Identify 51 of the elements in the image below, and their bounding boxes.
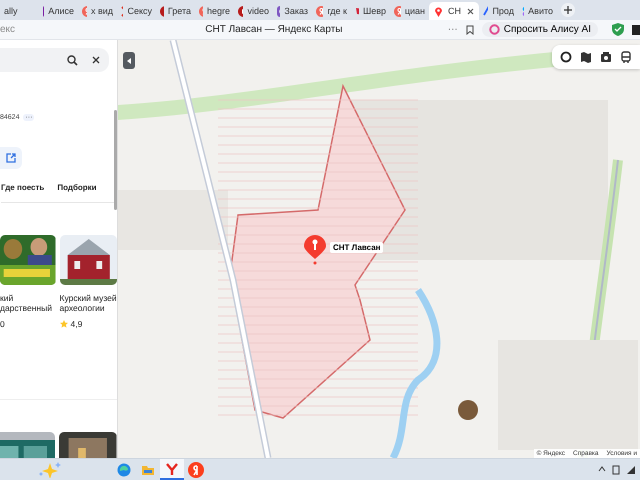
tab-icon [355, 6, 359, 16]
browser-tab[interactable]: Грета [156, 2, 195, 20]
tab-icon [82, 6, 87, 16]
shield-icon[interactable] [612, 23, 624, 36]
search-icon[interactable] [67, 54, 78, 66]
page-title: СНТ Лавсан — Яндекс Карты [204, 24, 344, 35]
close-icon[interactable] [92, 56, 100, 64]
browser-tab[interactable]: где к [312, 2, 351, 20]
more-menu[interactable]: ··· [448, 24, 458, 35]
browser-tab[interactable]: video [234, 2, 273, 20]
browser-tab[interactable]: ally [0, 2, 39, 20]
rating: 4,9 [70, 319, 82, 330]
browser-tab[interactable]: hegre [195, 2, 234, 20]
category-tab[interactable]: Где поесть [1, 183, 44, 192]
tab-icon [238, 6, 244, 16]
browser-tab[interactable]: Шевр [351, 2, 390, 20]
browser-tab[interactable]: СН [429, 2, 479, 20]
rating: 0 [0, 319, 5, 330]
extension-icon[interactable] [632, 24, 640, 34]
browser-tab[interactable]: Заказ [273, 2, 312, 20]
star-icon [60, 320, 68, 328]
tab-icon [199, 6, 203, 16]
close-icon[interactable] [467, 8, 474, 14]
tab-icon [121, 6, 124, 16]
browser-tab[interactable]: Авито [518, 2, 557, 20]
browser-app-icon[interactable] [160, 459, 184, 480]
share-button[interactable] [0, 147, 22, 169]
search-field[interactable] [0, 48, 109, 72]
battery-icon[interactable] [612, 464, 620, 474]
browser-tab[interactable]: Алисе [39, 2, 78, 20]
tab-icon [277, 6, 280, 16]
tab-icon [316, 6, 324, 16]
tab-icon [394, 6, 401, 16]
browser-tab[interactable]: х вид [78, 2, 117, 20]
category-tab[interactable]: Подборки [57, 183, 97, 192]
browser-tab[interactable]: Сексу [117, 2, 156, 20]
network-icon[interactable] [626, 464, 636, 474]
tab-icon [522, 6, 524, 16]
tab-icon [433, 6, 444, 16]
place-title[interactable]: Курский музей археологии [60, 293, 117, 314]
browser-tab[interactable]: Прод [479, 2, 518, 20]
place-title[interactable]: кий дарственный [0, 293, 56, 314]
chevron-up-icon[interactable] [598, 464, 606, 472]
alice-button[interactable]: Спросить Алису AI [482, 22, 598, 37]
share-icon [6, 153, 16, 163]
new-tab-icon[interactable] [561, 3, 575, 17]
bookmark-icon[interactable] [466, 24, 474, 34]
tab-icon [483, 6, 488, 16]
tab-icon [160, 6, 164, 16]
alice-icon [488, 24, 500, 35]
browser-tab[interactable]: циан [390, 2, 429, 20]
